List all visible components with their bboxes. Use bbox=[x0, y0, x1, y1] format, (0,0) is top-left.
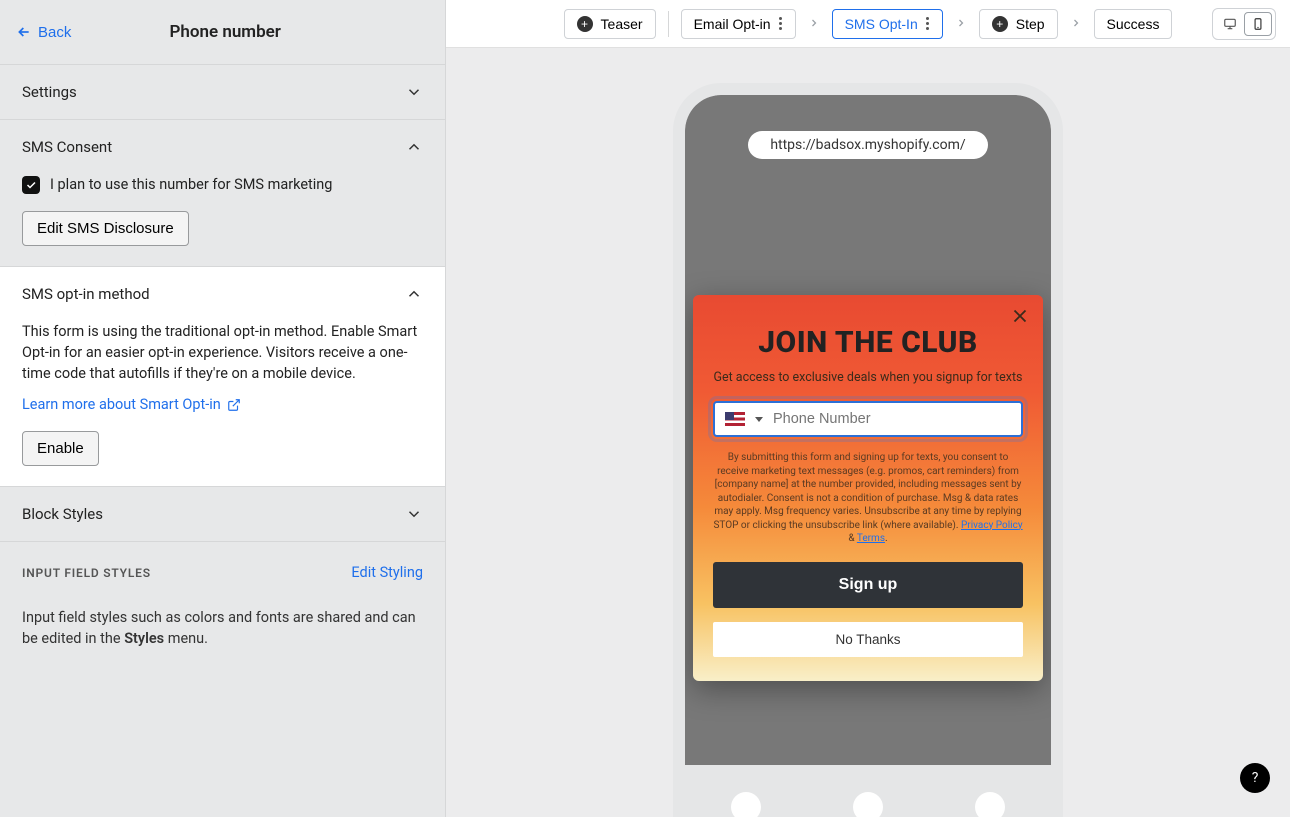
help-button[interactable]: ? bbox=[1240, 763, 1270, 793]
input-field-styles-label: INPUT FIELD STYLES bbox=[22, 566, 151, 580]
back-button[interactable]: Back bbox=[16, 24, 71, 41]
phone-input[interactable] bbox=[713, 401, 1023, 437]
device-toggle bbox=[1212, 8, 1276, 40]
step-sms-optin[interactable]: SMS Opt-In bbox=[832, 9, 943, 39]
chevron-right-icon bbox=[955, 14, 967, 33]
kebab-icon[interactable] bbox=[779, 17, 783, 30]
sms-optin-label: SMS Opt-In bbox=[845, 16, 918, 32]
learn-more-link[interactable]: Learn more about Smart Opt-in bbox=[22, 394, 241, 415]
sms-marketing-label: I plan to use this number for SMS market… bbox=[50, 174, 332, 195]
check-icon bbox=[25, 179, 37, 191]
mobile-view-button[interactable] bbox=[1244, 12, 1272, 36]
phone-home-dots bbox=[685, 765, 1051, 817]
section-sms-optin-body: This form is using the traditional opt-i… bbox=[0, 321, 445, 486]
close-icon bbox=[1009, 305, 1031, 327]
arrow-left-icon bbox=[16, 24, 32, 40]
section-block-styles-title: Block Styles bbox=[22, 505, 103, 523]
add-step-button[interactable]: + Step bbox=[979, 9, 1058, 39]
url-bar: https://badsox.myshopify.com/ bbox=[748, 131, 987, 159]
chevron-down-icon bbox=[405, 505, 423, 523]
chevron-right-icon bbox=[808, 14, 820, 33]
edit-sms-disclosure-button[interactable]: Edit SMS Disclosure bbox=[22, 211, 189, 246]
input-field-styles-header: INPUT FIELD STYLES Edit Styling bbox=[0, 542, 445, 589]
step-success[interactable]: Success bbox=[1094, 9, 1173, 39]
plus-circle-icon: + bbox=[992, 16, 1008, 32]
steps: + Teaser Email Opt-in SMS Opt-In bbox=[564, 9, 1173, 39]
learn-more-label: Learn more about Smart Opt-in bbox=[22, 394, 221, 415]
mobile-icon bbox=[1251, 17, 1265, 31]
chevron-up-icon bbox=[405, 138, 423, 156]
privacy-policy-link[interactable]: Privacy Policy bbox=[961, 520, 1023, 531]
sms-disclosure-text: By submitting this form and signing up f… bbox=[713, 451, 1023, 546]
styles-desc-prefix: Input field styles such as colors and fo… bbox=[22, 609, 416, 647]
disclosure-period: . bbox=[885, 533, 888, 544]
step-email-optin[interactable]: Email Opt-in bbox=[681, 9, 796, 39]
desktop-icon bbox=[1223, 17, 1237, 31]
dot-icon bbox=[853, 792, 883, 817]
section-sms-optin-header[interactable]: SMS opt-in method bbox=[0, 267, 445, 321]
section-sms-consent-header[interactable]: SMS Consent bbox=[0, 120, 445, 174]
section-sms-optin-method: SMS opt-in method This form is using the… bbox=[0, 267, 445, 487]
input-field-styles-desc: Input field styles such as colors and fo… bbox=[0, 589, 445, 679]
section-settings-header[interactable]: Settings bbox=[0, 65, 445, 119]
styles-desc-suffix: menu. bbox=[164, 630, 208, 647]
section-block-styles: Block Styles bbox=[0, 487, 445, 542]
phone-frame: https://badsox.myshopify.com/ JOIN THE C… bbox=[673, 83, 1063, 817]
popup-title: JOIN THE CLUB bbox=[713, 325, 1023, 360]
signup-button[interactable]: Sign up bbox=[713, 562, 1023, 608]
settings-sidebar: Back Phone number Settings SMS Consent bbox=[0, 0, 446, 817]
no-thanks-button[interactable]: No Thanks bbox=[713, 622, 1023, 657]
phone-screen: https://badsox.myshopify.com/ JOIN THE C… bbox=[685, 95, 1051, 817]
section-sms-consent: SMS Consent I plan to use this number fo… bbox=[0, 120, 445, 267]
back-label: Back bbox=[38, 24, 71, 41]
page-title: Phone number bbox=[71, 22, 379, 42]
phone-number-field[interactable] bbox=[773, 411, 1011, 427]
email-optin-label: Email Opt-in bbox=[694, 16, 771, 32]
plus-circle-icon: + bbox=[577, 16, 593, 32]
styles-desc-bold: Styles bbox=[124, 630, 164, 647]
section-sms-consent-body: I plan to use this number for SMS market… bbox=[0, 174, 445, 266]
caret-down-icon[interactable] bbox=[755, 417, 763, 422]
sms-marketing-checkbox[interactable] bbox=[22, 176, 40, 194]
popup-subtitle: Get access to exclusive deals when you s… bbox=[713, 370, 1023, 385]
close-button[interactable] bbox=[1009, 305, 1031, 327]
success-label: Success bbox=[1107, 16, 1160, 32]
section-sms-optin-title: SMS opt-in method bbox=[22, 285, 150, 303]
section-sms-consent-title: SMS Consent bbox=[22, 138, 112, 156]
chevron-right-icon bbox=[1070, 14, 1082, 33]
enable-button[interactable]: Enable bbox=[22, 431, 99, 466]
add-teaser-button[interactable]: + Teaser bbox=[564, 9, 656, 39]
optin-description: This form is using the traditional opt-i… bbox=[22, 321, 423, 384]
section-block-styles-header[interactable]: Block Styles bbox=[0, 487, 445, 541]
section-settings: Settings bbox=[0, 65, 445, 120]
dot-icon bbox=[731, 792, 761, 817]
terms-link[interactable]: Terms bbox=[857, 533, 885, 544]
country-flag-icon[interactable] bbox=[725, 412, 745, 426]
steps-topbar: + Teaser Email Opt-in SMS Opt-In bbox=[446, 0, 1290, 48]
step-label: Step bbox=[1016, 16, 1045, 32]
divider bbox=[668, 11, 669, 37]
edit-styling-link[interactable]: Edit Styling bbox=[351, 564, 423, 581]
signup-popup: JOIN THE CLUB Get access to exclusive de… bbox=[693, 295, 1043, 681]
kebab-icon[interactable] bbox=[926, 17, 930, 30]
teaser-label: Teaser bbox=[601, 16, 643, 32]
chevron-down-icon bbox=[405, 83, 423, 101]
chevron-up-icon bbox=[405, 285, 423, 303]
sidebar-header: Back Phone number bbox=[0, 0, 445, 65]
main-area: + Teaser Email Opt-in SMS Opt-In bbox=[446, 0, 1290, 817]
preview-canvas: https://badsox.myshopify.com/ JOIN THE C… bbox=[446, 48, 1290, 817]
desktop-view-button[interactable] bbox=[1216, 12, 1244, 36]
external-link-icon bbox=[227, 398, 241, 412]
sms-marketing-checkbox-row: I plan to use this number for SMS market… bbox=[22, 174, 423, 195]
disclosure-amp: & bbox=[848, 533, 857, 544]
dot-icon bbox=[975, 792, 1005, 817]
section-settings-title: Settings bbox=[22, 83, 77, 101]
